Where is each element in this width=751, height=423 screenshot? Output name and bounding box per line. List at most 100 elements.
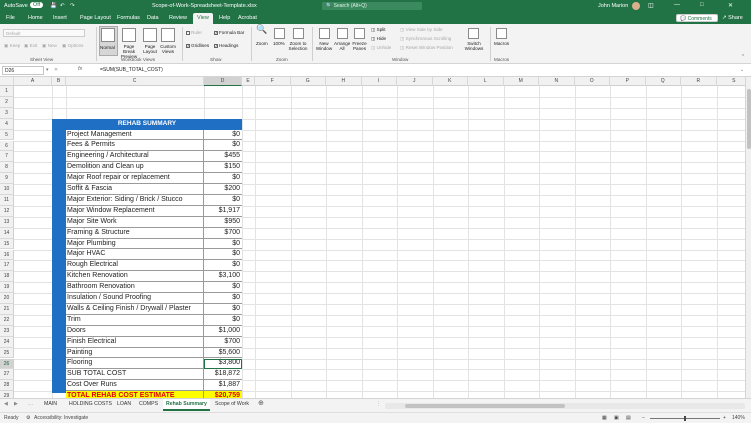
tab-insert[interactable]: Insert bbox=[53, 15, 67, 21]
tab-formulas[interactable]: Formulas bbox=[117, 15, 140, 21]
column-header[interactable]: G bbox=[291, 77, 326, 86]
new-window-label[interactable]: New Window bbox=[315, 41, 333, 51]
options-button[interactable]: ▣ Options bbox=[62, 43, 83, 48]
zoom-label[interactable]: Zoom bbox=[256, 41, 268, 46]
summary-row-value[interactable]: $0 bbox=[204, 239, 242, 250]
row-header[interactable]: 26 bbox=[0, 358, 14, 370]
summary-row-value[interactable]: $0 bbox=[204, 282, 242, 293]
summary-row[interactable]: Major Plumbing $0 bbox=[66, 238, 242, 250]
page-layout-status-icon[interactable]: ▣ bbox=[614, 415, 619, 421]
name-box-dropdown-icon[interactable]: ▾ bbox=[46, 67, 49, 73]
summary-row[interactable]: SUB TOTAL COST $18,872 bbox=[66, 369, 242, 381]
close-icon[interactable]: ✕ bbox=[728, 2, 733, 9]
ruler-checkbox[interactable]: Ruler bbox=[186, 30, 202, 35]
tab-data[interactable]: Data bbox=[147, 15, 159, 21]
zoom-to-selection-icon[interactable] bbox=[293, 28, 304, 39]
page-break-preview-icon[interactable] bbox=[122, 28, 136, 42]
restore-icon[interactable]: □ bbox=[700, 2, 704, 8]
row-header[interactable]: 19 bbox=[0, 282, 14, 294]
summary-row[interactable]: Kitchen Renovation $3,100 bbox=[66, 271, 242, 283]
vertical-scroll-thumb[interactable] bbox=[747, 89, 751, 149]
comments-button[interactable]: 💬 Comments bbox=[676, 14, 718, 22]
summary-row[interactable]: Trim $0 bbox=[66, 314, 242, 326]
summary-row-value[interactable]: $150 bbox=[204, 162, 242, 173]
row-header[interactable]: 13 bbox=[0, 216, 14, 228]
row-header[interactable]: 1 bbox=[0, 86, 14, 97]
tab-split-icon[interactable]: ⋮ bbox=[376, 401, 381, 407]
custom-views-label[interactable]: Custom Views bbox=[159, 44, 177, 54]
row-header[interactable]: 11 bbox=[0, 195, 14, 206]
reset-window-position-button[interactable]: ◫ Reset Window Position bbox=[400, 45, 453, 50]
zoom-100-label[interactable]: 100% bbox=[273, 41, 285, 46]
new-window-icon[interactable] bbox=[319, 28, 330, 39]
switch-windows-icon[interactable] bbox=[468, 28, 479, 39]
row-header[interactable]: 12 bbox=[0, 205, 14, 217]
split-button[interactable]: ◫ Split bbox=[371, 27, 386, 32]
column-header[interactable]: C bbox=[66, 77, 204, 86]
new-view-button[interactable]: ▣ New bbox=[42, 43, 57, 48]
save-icon[interactable]: 💾 bbox=[50, 3, 57, 9]
summary-row[interactable]: Engineering / Architectural $455 bbox=[66, 151, 242, 163]
summary-row-label[interactable]: SUB TOTAL COST bbox=[66, 369, 204, 381]
summary-row[interactable]: Doors $1,000 bbox=[66, 325, 242, 337]
summary-row[interactable]: Major Exterior: Siding / Brick / Stucco $… bbox=[66, 194, 242, 206]
summary-row-value[interactable]: $1,887 bbox=[204, 380, 242, 391]
sheet-tab-scope-of-work[interactable]: Scope of Work bbox=[215, 401, 249, 407]
avatar[interactable] bbox=[632, 2, 640, 10]
tab-help[interactable]: Help bbox=[219, 15, 230, 21]
sheet-tab-comps[interactable]: COMPS bbox=[139, 401, 158, 407]
summary-row-value[interactable]: $455 bbox=[204, 151, 242, 162]
row-header[interactable]: 27 bbox=[0, 369, 14, 381]
row-header[interactable]: 29 bbox=[0, 391, 14, 398]
column-header[interactable]: R bbox=[681, 77, 717, 86]
column-header[interactable]: K bbox=[433, 77, 468, 86]
summary-row[interactable]: Major Roof repair or replacement $0 bbox=[66, 173, 242, 185]
arrange-all-icon[interactable] bbox=[337, 28, 348, 39]
next-sheet-icon[interactable]: ▶ bbox=[14, 401, 18, 407]
row-header[interactable]: 6 bbox=[0, 140, 14, 152]
summary-row[interactable]: Bathroom Renovation $0 bbox=[66, 282, 242, 294]
sheet-tab-rehab-summary[interactable]: Rehab Summary bbox=[163, 399, 210, 411]
sheet-view-dropdown[interactable]: Default bbox=[3, 29, 85, 37]
zoom-slider-knob[interactable] bbox=[684, 416, 686, 421]
vertical-scrollbar[interactable] bbox=[745, 77, 751, 398]
zoom-icon[interactable]: 🔍 bbox=[256, 25, 267, 34]
more-sheets-icon[interactable]: … bbox=[28, 401, 33, 407]
summary-row-value[interactable]: $200 bbox=[204, 184, 242, 195]
row-header[interactable]: 3 bbox=[0, 107, 14, 119]
headings-checkbox[interactable]: ✓Headings bbox=[214, 43, 238, 48]
summary-row-value[interactable]: $18,872 bbox=[204, 369, 242, 380]
row-header[interactable]: 22 bbox=[0, 314, 14, 326]
tab-home[interactable]: Home bbox=[28, 15, 43, 21]
macros-label[interactable]: Macros bbox=[494, 41, 509, 46]
select-all-corner[interactable] bbox=[0, 77, 14, 86]
summary-row-label[interactable]: Demolition and Clean up bbox=[66, 162, 204, 174]
formula-input[interactable]: =SUM(SUB_TOTAL_COST) bbox=[100, 67, 163, 73]
summary-row-label[interactable]: Walls & Ceiling Finish / Drywall / Plast… bbox=[66, 303, 204, 315]
column-header[interactable]: J bbox=[397, 77, 433, 86]
sheet-tab-main[interactable]: MAIN bbox=[44, 401, 57, 407]
macros-icon[interactable] bbox=[496, 28, 507, 39]
row-header[interactable]: 9 bbox=[0, 173, 14, 185]
custom-views-icon[interactable] bbox=[161, 28, 175, 42]
column-header[interactable]: O bbox=[575, 77, 610, 86]
redo-icon[interactable]: ↷ bbox=[70, 3, 75, 9]
summary-row-value[interactable]: $700 bbox=[204, 228, 242, 239]
row-header[interactable]: 20 bbox=[0, 293, 14, 304]
insert-function-icon[interactable]: fx bbox=[78, 66, 82, 72]
autosave-toggle[interactable]: Off bbox=[30, 2, 44, 8]
summary-row-label[interactable]: Kitchen Renovation bbox=[66, 271, 204, 283]
zoom-out-icon[interactable]: − bbox=[642, 415, 645, 421]
cancel-icon[interactable]: ✕ bbox=[54, 67, 58, 73]
summary-row-value[interactable]: $0 bbox=[204, 304, 242, 315]
arrange-all-label[interactable]: Arrange All bbox=[334, 41, 350, 51]
column-header[interactable]: E bbox=[242, 77, 255, 86]
row-header[interactable]: 21 bbox=[0, 304, 14, 315]
zoom-to-selection-label[interactable]: Zoom to Selection bbox=[287, 41, 309, 51]
summary-row[interactable]: Major Window Replacement $1,917 bbox=[66, 205, 242, 217]
column-header[interactable]: S bbox=[717, 77, 746, 86]
zoom-in-icon[interactable]: + bbox=[723, 415, 726, 421]
summary-row-label[interactable]: Major HVAC bbox=[66, 249, 204, 261]
column-header[interactable]: F bbox=[255, 77, 291, 86]
summary-row-label[interactable]: Insulation / Sound Proofing bbox=[66, 293, 204, 304]
